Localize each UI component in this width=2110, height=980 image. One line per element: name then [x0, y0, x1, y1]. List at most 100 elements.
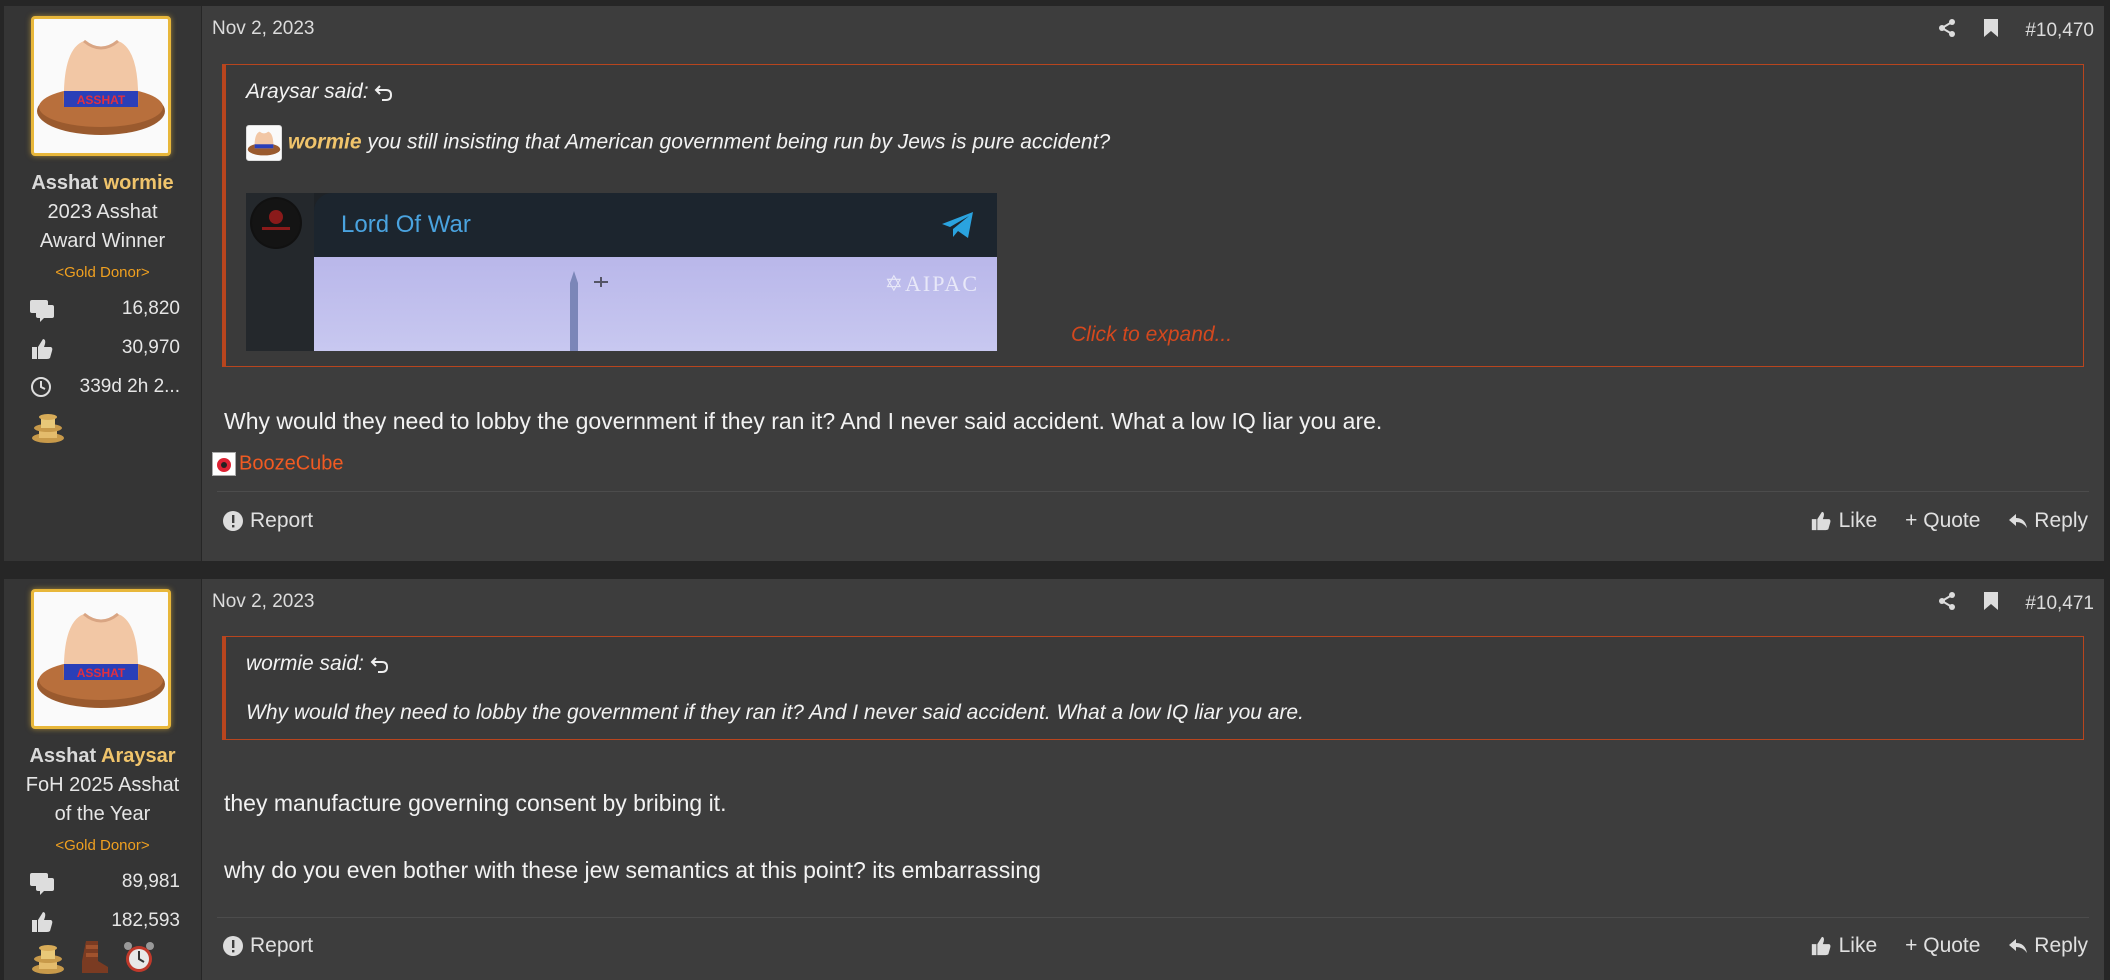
quote-block: Araysar said: wormie you still insisting… [222, 64, 2084, 367]
thumbs-up-icon [1811, 512, 1831, 531]
messages-count: 89,981 [121, 871, 180, 892]
quote-attribution[interactable]: wormie said: [246, 652, 390, 676]
post-body-line-2: why do you even bother with these jew se… [224, 857, 1041, 883]
telegram-embed[interactable]: Lord Of War ✡AIPAC [246, 193, 997, 351]
trophy-row [30, 939, 163, 975]
user-prefix: Asshat [29, 745, 97, 767]
jump-to-quote-icon[interactable] [370, 652, 390, 675]
divider [217, 917, 2089, 918]
jump-to-quote-icon[interactable] [374, 80, 394, 103]
avatar[interactable]: ASSHAT [31, 16, 171, 156]
user-info-sidebar: ASSHAT Asshat Araysar FoH 2025 Asshat of… [4, 579, 201, 980]
user-mention[interactable]: wormie [288, 131, 362, 154]
post-date[interactable]: Nov 2, 2023 [212, 591, 314, 613]
quote-attribution[interactable]: Araysar said: [246, 80, 394, 104]
message-content: Nov 2, 2023 #10,471 wormie said: Why wou… [202, 579, 2104, 980]
user-info-sidebar: ASSHAT Asshat wormie 2023 Asshat Award W… [4, 6, 201, 561]
bookmark-icon[interactable] [1983, 18, 1999, 44]
like-button[interactable]: Like [1809, 934, 1877, 958]
post-body-line-1: they manufacture governing consent by br… [224, 790, 727, 816]
messages-count: 16,820 [121, 298, 180, 319]
svg-text:ASSHAT: ASSHAT [77, 93, 126, 107]
embed-sidebar [246, 193, 314, 351]
post-10470: ASSHAT Asshat wormie 2023 Asshat Award W… [4, 6, 2104, 561]
like-button[interactable]: Like [1809, 509, 1877, 533]
post-10471: ASSHAT Asshat Araysar FoH 2025 Asshat of… [4, 579, 2104, 980]
reaction-user[interactable]: BoozeCube [239, 452, 344, 474]
user-title-line-2: Award Winner [39, 230, 166, 252]
quote-block: wormie said: Why would they need to lobb… [222, 636, 2084, 740]
quote-label: Quote [1923, 509, 1981, 532]
svg-text:ASSHAT: ASSHAT [77, 666, 126, 680]
reply-button[interactable]: Reply [2008, 934, 2088, 958]
reply-label: Reply [2034, 934, 2088, 957]
report-label: Report [250, 509, 314, 532]
reaction-icon [212, 452, 236, 476]
donor-badge: <Gold Donor> [55, 264, 150, 281]
like-label: Like [1838, 509, 1878, 532]
thumbs-up-icon [30, 337, 54, 367]
embed-image[interactable]: ✡AIPAC [314, 257, 997, 351]
hat-stack-trophy-icon[interactable] [30, 408, 66, 449]
quote-button[interactable]: + Quote [1905, 509, 1980, 533]
hat-stack-trophy-icon[interactable] [30, 939, 66, 980]
quoted-text: you still insisting that American govern… [361, 130, 1111, 154]
report-button[interactable]: Report [222, 509, 313, 533]
post-date[interactable]: Nov 2, 2023 [212, 18, 314, 40]
messages-icon [30, 871, 56, 901]
avatar[interactable]: ASSHAT [31, 589, 171, 729]
user-title-line-1: FoH 2025 Asshat [25, 774, 180, 796]
user-title-line-2: of the Year [54, 803, 151, 825]
username[interactable]: wormie [104, 172, 174, 194]
post-actions-top: #10,471 [1937, 591, 2094, 617]
boot-trophy-icon[interactable] [76, 939, 110, 980]
username[interactable]: Araysar [101, 745, 176, 767]
channel-logo [250, 197, 302, 249]
reply-label: Reply [2034, 509, 2088, 532]
plus-icon: + [1905, 934, 1918, 957]
stat-messages[interactable]: 16,820 [30, 296, 180, 324]
time-value: 339d 2h 2... [79, 376, 180, 397]
plus-icon: + [1905, 509, 1918, 532]
user-title-line-1: 2023 Asshat [47, 201, 158, 223]
click-to-expand[interactable]: Click to expand... [1071, 323, 1232, 347]
mini-avatar[interactable] [246, 125, 282, 161]
author-line: Asshat wormie [4, 172, 201, 195]
divider [217, 491, 2089, 492]
reply-button[interactable]: Reply [2008, 509, 2088, 533]
reply-icon [2009, 514, 2028, 529]
alarm-clock-trophy-icon[interactable] [121, 939, 157, 980]
messages-icon [30, 298, 56, 328]
share-icon[interactable] [1937, 591, 1957, 617]
stat-messages[interactable]: 89,981 [30, 869, 180, 897]
quoted-text: Why would they need to lobby the governm… [246, 701, 1304, 724]
author-line: Asshat Araysar [4, 745, 201, 768]
bookmark-icon[interactable] [1983, 591, 1999, 617]
stat-reactions[interactable]: 30,970 [30, 335, 180, 363]
stat-reactions[interactable]: 182,593 [30, 908, 180, 936]
thumbs-up-icon [1811, 937, 1831, 956]
reaction-summary[interactable]: BoozeCube [212, 452, 344, 476]
reactions-count: 182,593 [111, 910, 180, 931]
post-footer-actions: Like + Quote Reply [1809, 934, 2088, 958]
post-footer-actions: Like + Quote Reply [1809, 509, 2088, 533]
donor-badge: <Gold Donor> [55, 837, 150, 854]
share-icon[interactable] [1937, 18, 1957, 44]
stat-time: 339d 2h 2... [30, 374, 180, 402]
quote-button[interactable]: + Quote [1905, 934, 1980, 958]
embed-channel-name[interactable]: Lord Of War [341, 211, 471, 239]
telegram-icon [941, 211, 975, 244]
trophy-row [30, 408, 72, 444]
alert-icon [222, 509, 244, 533]
alert-icon [222, 934, 244, 958]
reactions-count: 30,970 [121, 337, 180, 358]
quoted-message: wormie you still insisting that American… [246, 125, 1110, 161]
reply-icon [2009, 939, 2028, 954]
report-label: Report [250, 934, 314, 957]
post-number[interactable]: #10,471 [2025, 593, 2094, 615]
report-button[interactable]: Report [222, 934, 313, 958]
post-body-line: Why would they need to lobby the governm… [224, 408, 1383, 434]
quote-label: Quote [1923, 934, 1981, 957]
post-number[interactable]: #10,470 [2025, 20, 2094, 42]
like-label: Like [1838, 934, 1878, 957]
